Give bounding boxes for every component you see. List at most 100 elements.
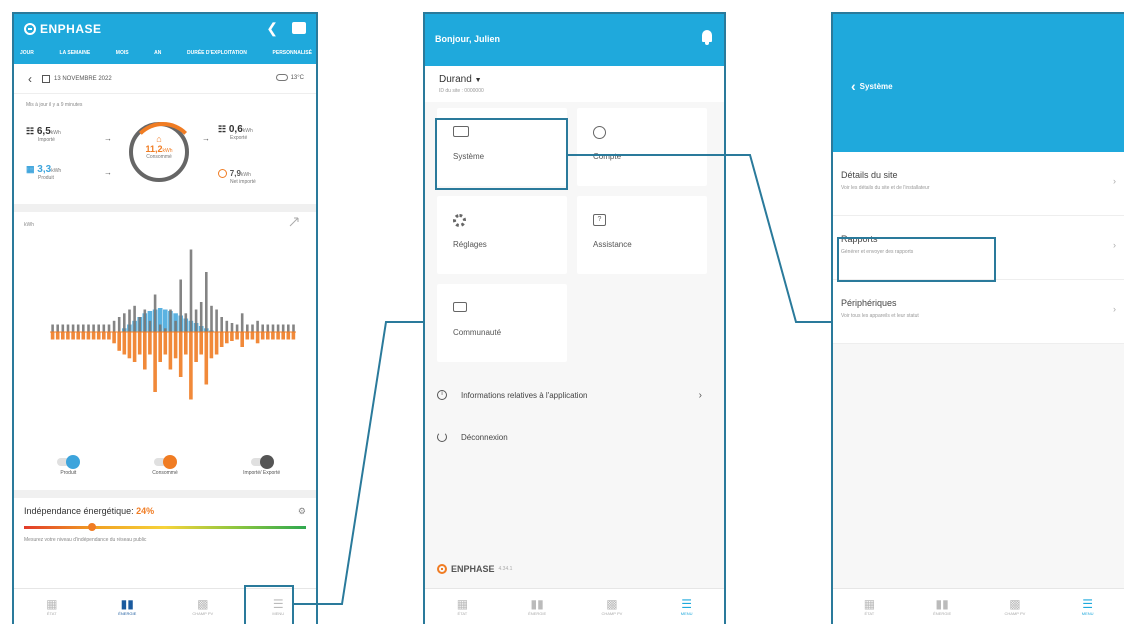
legend-produced[interactable]: Produit (33, 455, 103, 476)
nav-energy[interactable]: ▮▮ ÉNERGIE (906, 589, 979, 624)
bar-import-export--36 (235, 324, 239, 332)
net-import-icon (218, 168, 227, 178)
bar-consomm--9 (96, 332, 101, 340)
chart-legend: Produit Consommé Importé/ Exporté (14, 452, 316, 476)
nav-energy[interactable]: ▮▮ ÉNERGIE (500, 589, 575, 624)
bar-consomm--36 (235, 332, 239, 340)
section-divider (14, 204, 316, 212)
expand-icon[interactable] (289, 217, 299, 227)
site-name[interactable]: Durand ▼ (439, 74, 710, 85)
selected-date[interactable]: 13 NOVEMBRE 2022 (54, 76, 112, 82)
bar-chart-icon: ▮▮ (120, 597, 134, 611)
solar-array-icon: ▩ (1009, 597, 1021, 611)
chevron-right-icon: › (1113, 240, 1116, 250)
bar-import-export--12 (112, 320, 116, 333)
share-icon[interactable]: ❮ (266, 20, 278, 37)
bar-consomm--23 (168, 332, 173, 370)
card-support[interactable]: ? Assistance (577, 196, 707, 274)
bar-import-export--30 (205, 272, 208, 332)
card-community[interactable]: Communauté (437, 284, 567, 362)
nav-status[interactable]: ▦ ÉTAT (425, 589, 500, 624)
power-icon (437, 432, 447, 442)
tab-custom[interactable]: PERSONNALISÉ (273, 50, 312, 56)
back-button[interactable]: ‹ Système (851, 78, 893, 94)
devices-row[interactable]: Périphériques Voir tous les appareils et… (833, 280, 1124, 344)
energy-chart[interactable]: kWh (14, 212, 316, 452)
nav-pv-array[interactable]: ▩ CHAMP PV (979, 589, 1052, 624)
chevron-right-icon: › (1113, 304, 1116, 314)
tab-year[interactable]: AN (154, 50, 161, 56)
consumed-toggle[interactable] (153, 455, 177, 469)
nav-label: ÉNERGIE (933, 611, 952, 616)
bar-consomm--7 (86, 332, 91, 340)
header-actions: ❮ (266, 20, 306, 37)
nav-status[interactable]: ▦ ÉTAT (14, 589, 90, 624)
info-icon: i (437, 390, 447, 400)
imported-label: Importé (38, 137, 55, 143)
bar-consomm--47 (291, 332, 296, 340)
consumption-circle: ⌂ 11,2kWh Consommé (129, 122, 197, 182)
nav-label: MENU (1081, 611, 1094, 616)
bar-consomm--25 (178, 332, 183, 377)
chat-icon[interactable] (292, 22, 306, 34)
bar-import-export--26 (184, 313, 188, 333)
nav-label: ÉTAT (864, 611, 875, 616)
menu-list: i Informations relatives à l'application… (425, 368, 724, 464)
consumed-value: 11,2kWh (133, 144, 185, 154)
grid-tower-icon: ☷ (26, 126, 35, 136)
bar-consomm--11 (107, 332, 111, 340)
card-label: Communauté (453, 328, 502, 337)
bar-import-export--27 (189, 249, 193, 332)
grid-tower-icon: ☷ (218, 124, 227, 134)
net-import-label: Net importé (230, 179, 256, 185)
chevron-left-icon[interactable]: ‹ (28, 72, 32, 86)
bar-consomm--30 (204, 332, 209, 385)
bar-consomm--4 (71, 332, 75, 340)
grid-toggle[interactable] (250, 455, 274, 469)
bar-consomm--24 (173, 332, 178, 359)
tab-month[interactable]: MOIS (116, 50, 129, 56)
site-details-row[interactable]: Détails du site Voir les détails du site… (833, 152, 1124, 216)
app-info-row[interactable]: i Informations relatives à l'application… (437, 374, 712, 416)
legend-grid[interactable]: Importé/ Exporté (227, 455, 297, 476)
nav-status[interactable]: ▦ ÉTAT (833, 589, 906, 624)
community-icon (453, 302, 467, 312)
settings-icon[interactable]: ⚙ (298, 506, 306, 517)
tab-week[interactable]: LA SEMAINE (60, 50, 91, 56)
bar-import-export--7 (87, 324, 90, 332)
nav-pv-array[interactable]: ▩ CHAMP PV (575, 589, 650, 624)
home-icon: ⌂ (156, 134, 162, 144)
tab-lifetime[interactable]: DURÉE D'EXPLOITATION (187, 50, 247, 56)
card-settings[interactable]: Réglages (437, 196, 567, 274)
exported-label: Exporté (230, 135, 248, 141)
card-account[interactable]: Compte (577, 108, 707, 186)
bar-consomm--42 (266, 332, 270, 340)
calendar-icon[interactable] (42, 74, 50, 83)
nav-pv-array[interactable]: ▩ CHAMP PV (165, 589, 241, 624)
imported-metric: ☷ 6,5kWh Importé (26, 126, 61, 143)
bar-consomm--46 (286, 332, 291, 340)
bar-import-export--35 (230, 323, 234, 332)
produced-toggle[interactable] (57, 455, 81, 469)
bar-consomm--2 (61, 332, 65, 340)
nav-menu[interactable]: ☰ MENU (1051, 589, 1124, 624)
toggle-knob (66, 455, 81, 469)
menu-icon: ☰ (681, 597, 692, 611)
nav-menu[interactable]: ☰ MENU (649, 589, 724, 624)
phone-system-screen: ‹ Système Détails du site Voir les détail… (831, 12, 1124, 624)
row-label: Déconnexion (461, 432, 508, 442)
site-selector[interactable]: Durand ▼ ID du site : 0000000 (425, 66, 724, 102)
legend-grid-label: Importé/ Exporté (243, 470, 281, 476)
net-import-value: 7,9 (229, 169, 241, 178)
logout-row[interactable]: Déconnexion (437, 416, 712, 458)
enphase-logo-icon (437, 564, 447, 574)
bar-import-export--1 (56, 324, 59, 332)
app-header: ENPHASE ❮ JOUR LA SEMAINE MOIS AN DURÉE … (14, 14, 316, 64)
legend-consumed[interactable]: Consommé (130, 455, 200, 476)
energy-independence: Indépendance énergétique: 24% ⚙ Mesurez … (14, 490, 316, 543)
tab-day[interactable]: JOUR (20, 50, 34, 56)
solar-array-icon: ▩ (606, 597, 618, 611)
bottom-nav: ▦ ÉTAT ▮▮ ÉNERGIE ▩ CHAMP PV ☰ MENU (425, 588, 724, 624)
nav-energy[interactable]: ▮▮ ÉNERGIE (90, 589, 166, 624)
bell-icon[interactable] (702, 30, 712, 45)
